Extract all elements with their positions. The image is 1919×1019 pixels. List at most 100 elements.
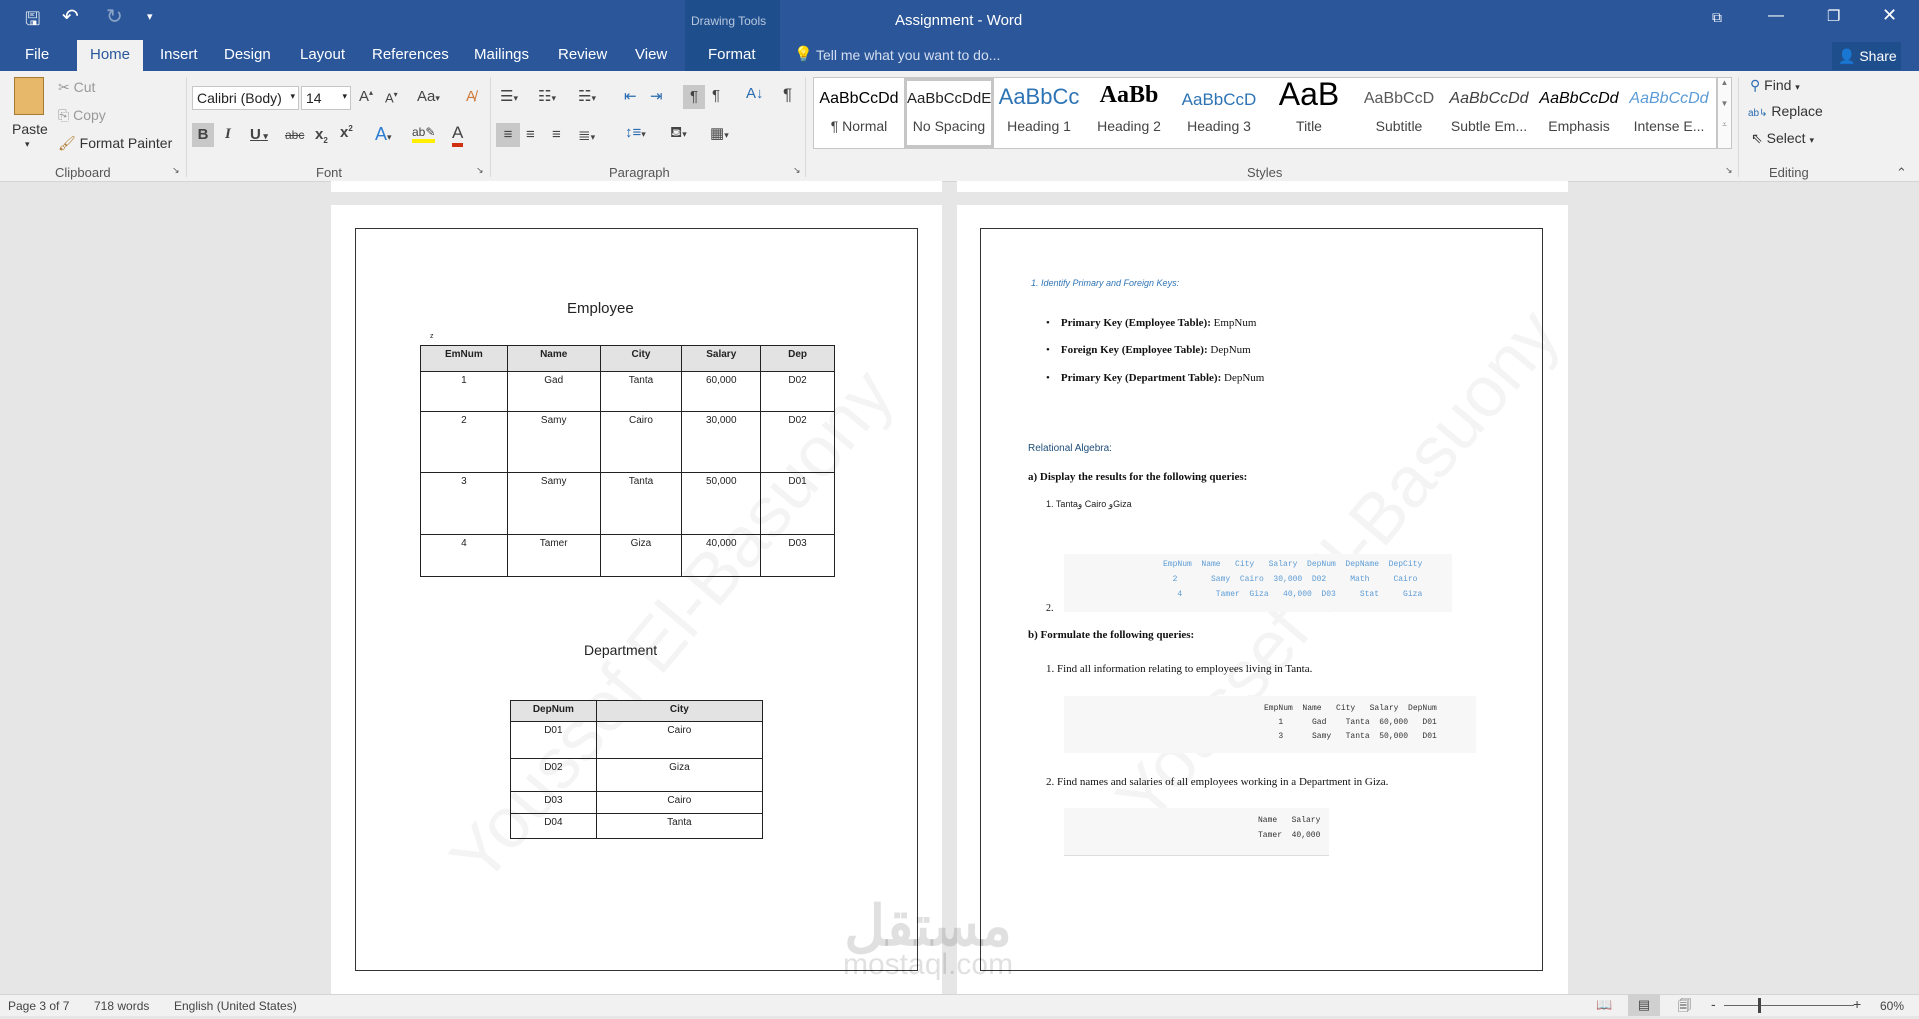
subscript-button[interactable]: x2: [315, 126, 328, 145]
save-icon[interactable]: 🖫: [25, 7, 40, 37]
change-case-button[interactable]: Aa▾: [417, 88, 440, 105]
shading-icon[interactable]: ⛾▾: [670, 124, 687, 143]
style-subtle-emphasis[interactable]: AaBbCcDd Subtle Em...: [1444, 78, 1534, 148]
style-normal[interactable]: AaBbCcDd ¶ Normal: [814, 78, 904, 148]
highlight-color-icon[interactable]: ab✎: [412, 125, 436, 143]
align-right-icon[interactable]: ≡: [552, 126, 561, 143]
scroll-up-icon[interactable]: ▲: [1718, 78, 1731, 87]
sort-icon[interactable]: A↓: [746, 85, 764, 102]
replace-button[interactable]: ab↳ Replace: [1748, 103, 1823, 119]
strikethrough-button[interactable]: abc: [285, 128, 304, 142]
table-row: 4 Tamer Giza 40,000 D03: [420, 534, 835, 577]
style-title[interactable]: AaB Title: [1264, 78, 1354, 148]
find-button[interactable]: ⚲ Find ▾: [1750, 77, 1800, 94]
undo-icon[interactable]: ↶: [62, 4, 79, 29]
tab-home[interactable]: Home: [77, 40, 144, 71]
select-button[interactable]: ⇖ Select ▾: [1751, 130, 1814, 147]
paintbrush-icon: 🖌: [58, 135, 76, 151]
language-indicator[interactable]: English (United States): [174, 999, 297, 1013]
table-row: 1 Gad Tanta 60,000 D02: [420, 371, 835, 412]
style-intense-emphasis[interactable]: AaBbCcDd Intense E...: [1624, 78, 1714, 148]
read-mode-icon[interactable]: 📖: [1596, 997, 1612, 1013]
style-heading-3[interactable]: AaBbCcD Heading 3: [1174, 78, 1264, 148]
bold-button[interactable]: B: [192, 123, 214, 147]
align-center-icon[interactable]: ≡: [526, 126, 535, 143]
styles-launcher-icon[interactable]: ↘: [1725, 165, 1733, 176]
paragraph-launcher-icon[interactable]: ↘: [793, 165, 801, 176]
redo-icon[interactable]: ↻: [106, 4, 123, 29]
style-emphasis[interactable]: AaBbCcDd Emphasis: [1534, 78, 1624, 148]
tab-view[interactable]: View: [635, 46, 667, 63]
share-button[interactable]: 👤 Share: [1832, 42, 1901, 70]
tell-me-input[interactable]: Tell me what you want to do...: [816, 47, 1000, 63]
tab-design[interactable]: Design: [224, 46, 271, 63]
font-name-select[interactable]: Calibri (Body) ▾: [192, 86, 299, 110]
clipboard-group-label: Clipboard: [55, 165, 111, 180]
bullets-icon[interactable]: ☰▾: [500, 87, 518, 105]
zoom-in-button[interactable]: +: [1853, 996, 1861, 1012]
styles-gallery: AaBbCcDd ¶ Normal AaBbCcDdE No Spacing AaB…: [813, 77, 1717, 149]
ribbon-display-options-icon[interactable]: ⧉: [1712, 9, 1722, 26]
collapse-ribbon-icon[interactable]: ⌃: [1896, 165, 1907, 181]
more-styles-icon[interactable]: ⩡: [1718, 120, 1731, 130]
code-line: 2 Samy Cairo 30,000 D02 Math Cairo: [1163, 575, 1418, 584]
rtl-icon[interactable]: ¶: [712, 87, 720, 104]
paste-button[interactable]: Paste: [12, 121, 48, 137]
show-formatting-icon[interactable]: ¶: [783, 85, 792, 105]
style-preview: AaBb: [1099, 82, 1159, 108]
copy-button[interactable]: ⎘ Copy: [58, 107, 106, 124]
tab-format[interactable]: Format: [708, 46, 756, 63]
cell: 40,000: [681, 534, 762, 577]
close-icon[interactable]: ✕: [1882, 5, 1897, 26]
font-launcher-icon[interactable]: ↘: [476, 165, 484, 176]
underline-button[interactable]: U ▾: [250, 126, 268, 143]
tab-file[interactable]: File: [25, 46, 49, 63]
shrink-font-icon[interactable]: A▾: [385, 90, 398, 105]
word-count[interactable]: 718 words: [94, 999, 149, 1013]
superscript-button[interactable]: x2: [340, 124, 353, 141]
italic-button[interactable]: I: [225, 126, 231, 143]
minimize-icon[interactable]: —: [1768, 7, 1784, 25]
zoom-slider[interactable]: [1724, 1005, 1854, 1006]
clipboard-launcher-icon[interactable]: ↘: [172, 165, 180, 176]
code-line: 4 Tamer Giza 40,000 D03 Stat Giza: [1163, 590, 1423, 599]
justify-icon[interactable]: ≣▾: [578, 126, 595, 144]
restore-icon[interactable]: ❐: [1827, 7, 1840, 25]
tab-references[interactable]: References: [372, 46, 449, 63]
zoom-level[interactable]: 60%: [1880, 999, 1904, 1013]
scroll-down-icon[interactable]: ▼: [1718, 99, 1731, 108]
tab-layout[interactable]: Layout: [300, 46, 345, 63]
ltr-icon[interactable]: ¶: [683, 85, 705, 109]
grow-font-icon[interactable]: A▴: [359, 88, 373, 105]
increase-indent-icon[interactable]: ⇥: [650, 87, 663, 105]
customize-toolbar-icon[interactable]: ▾: [147, 10, 153, 23]
align-left-icon[interactable]: ≡: [496, 123, 520, 147]
style-heading-1[interactable]: AaBbCc Heading 1: [994, 78, 1084, 148]
style-no-spacing[interactable]: AaBbCcDdE No Spacing: [904, 78, 994, 148]
borders-icon[interactable]: ▦▾: [710, 124, 729, 142]
zoom-out-button[interactable]: -: [1711, 996, 1716, 1012]
line-spacing-icon[interactable]: ↕≡▾: [625, 124, 646, 141]
cut-button[interactable]: ✂ Cut: [58, 79, 95, 96]
tab-mailings[interactable]: Mailings: [474, 46, 529, 63]
tab-insert[interactable]: Insert: [160, 46, 198, 63]
style-heading-2[interactable]: AaBb Heading 2: [1084, 78, 1174, 148]
font-size-select[interactable]: 14 ▾: [301, 86, 351, 110]
font-color-icon[interactable]: A: [452, 123, 464, 147]
style-preview: AaB: [1278, 78, 1340, 112]
zoom-slider-thumb[interactable]: [1758, 998, 1761, 1013]
print-layout-icon[interactable]: ▤: [1628, 994, 1660, 1016]
style-subtitle[interactable]: AaBbCcD Subtitle: [1354, 78, 1444, 148]
paste-icon[interactable]: [14, 77, 44, 115]
decrease-indent-icon[interactable]: ⇤: [624, 87, 637, 105]
cell: 1: [420, 371, 508, 412]
styles-scroll[interactable]: ▲ ▼ ⩡: [1717, 77, 1732, 149]
clear-formatting-icon[interactable]: A̸: [466, 88, 476, 105]
numbering-icon[interactable]: ☷▾: [538, 87, 556, 105]
bullet-value: DepNum: [1207, 344, 1251, 356]
multilevel-list-icon[interactable]: ☵▾: [578, 87, 596, 105]
format-painter-button[interactable]: 🖌 Format Painter: [58, 135, 172, 152]
page-count[interactable]: Page 3 of 7: [8, 999, 69, 1013]
tab-review[interactable]: Review: [558, 46, 607, 63]
text-effects-icon[interactable]: A▾: [375, 124, 392, 145]
